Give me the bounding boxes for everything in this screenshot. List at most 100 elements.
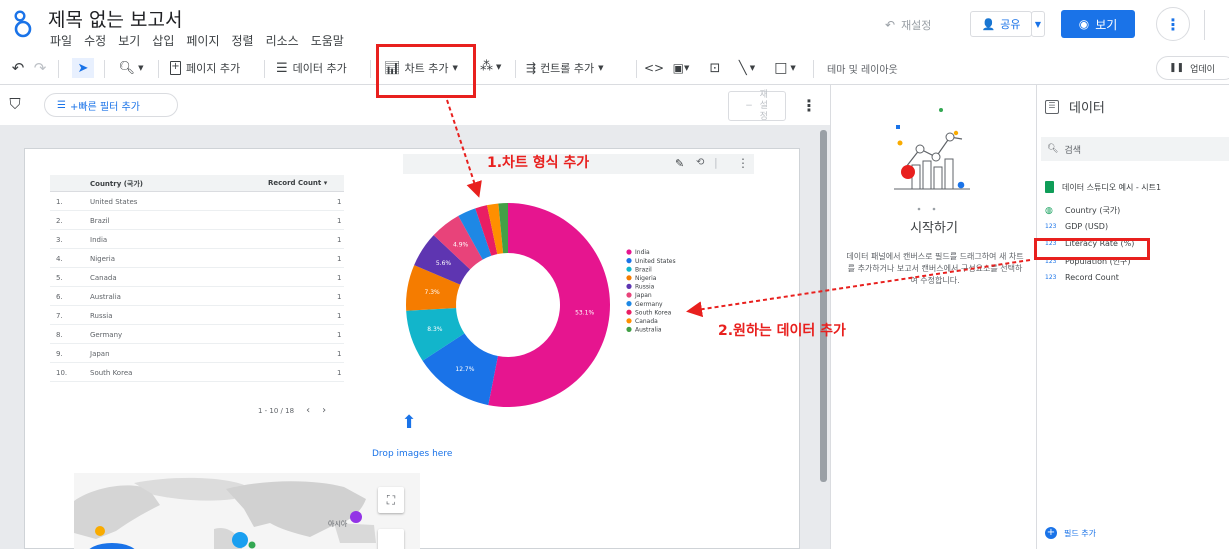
legend-label[interactable]: Germany: [635, 301, 663, 308]
app-window: 제목 없는 보고서 파일 수정 보기 삽입 페이지 정렬 리소스 도움말 ↶ 재…: [0, 0, 1229, 549]
image-icon[interactable]: ▣ ▼: [668, 59, 694, 77]
menu-help[interactable]: 도움말: [311, 32, 344, 49]
table-row[interactable]: 3. India 1: [50, 230, 344, 249]
add-page-icon: +: [170, 61, 181, 75]
table-row[interactable]: 9. Japan 1: [50, 344, 344, 363]
edit-pencil-icon[interactable]: ✎: [675, 157, 684, 170]
get-started-illustration: [894, 108, 970, 211]
legend-swatch: [626, 283, 632, 289]
row-number: 2.: [56, 217, 63, 225]
data-field-item[interactable]: 123 Record Count: [1045, 273, 1119, 282]
menu-view[interactable]: 보기: [118, 32, 140, 49]
legend-label[interactable]: Russia: [635, 284, 655, 291]
share-dropdown-button[interactable]: ▼: [1031, 11, 1045, 37]
menu-file[interactable]: 파일: [50, 32, 72, 49]
legend-swatch: [626, 318, 632, 324]
data-field-item[interactable]: ◍ Country (국가): [1045, 205, 1120, 216]
pegman-button[interactable]: [378, 529, 404, 549]
text-icon[interactable]: ⊡: [706, 59, 724, 77]
theme-layout-button[interactable]: 테마 및 레이아웃: [827, 61, 898, 76]
canvas-scrollbar[interactable]: [820, 130, 827, 482]
row-number: 7.: [56, 312, 63, 320]
row-number: 5.: [56, 274, 63, 282]
world-map: [74, 477, 399, 549]
menu-edit[interactable]: 수정: [84, 32, 106, 49]
undo-icon[interactable]: ↶: [10, 59, 26, 77]
table-row[interactable]: 7. Russia 1: [50, 306, 344, 325]
community-viz-button[interactable]: ⁂ ▼: [480, 59, 501, 74]
count-cell: 1: [337, 198, 342, 206]
redo-icon[interactable]: ↷: [32, 59, 48, 77]
legend-label[interactable]: India: [635, 249, 650, 256]
update-button[interactable]: ❚❚ 업데이: [1156, 56, 1229, 80]
table-row[interactable]: 2. Brazil 1: [50, 211, 344, 230]
menu-page[interactable]: 페이지: [186, 32, 219, 49]
table-row[interactable]: 4. Nigeria 1: [50, 249, 344, 268]
legend-label[interactable]: Australia: [635, 327, 662, 334]
select-cursor-icon[interactable]: ➤: [72, 58, 94, 78]
data-source[interactable]: 데이터 스튜디오 예시 - 시트1: [1045, 181, 1161, 193]
filter-icon[interactable]: ⛉: [6, 95, 24, 113]
table-chart[interactable]: Country (국가) Record Count ▾ 1. United Sta…: [50, 175, 344, 416]
data-field-item[interactable]: 123 GDP (USD): [1045, 222, 1108, 231]
more-options-button[interactable]: ⋮: [1156, 7, 1190, 41]
add-field-button[interactable]: + 필드 추가: [1045, 527, 1096, 539]
add-data-button[interactable]: ☰ 데이터 추가: [276, 60, 347, 76]
more-vert-icon[interactable]: ⋮: [801, 95, 817, 115]
donut-chart[interactable]: 53.1% 12.7% 8.3% 7.3% 5.6% 4.9% India United St…: [400, 200, 700, 415]
report-title[interactable]: 제목 없는 보고서: [48, 5, 182, 32]
view-button[interactable]: ◉ 보기: [1061, 10, 1135, 38]
legend-label[interactable]: South Korea: [635, 309, 672, 316]
code-embed-icon[interactable]: <>: [644, 59, 664, 77]
data-search-box[interactable]: 🔍︎ 검색: [1041, 137, 1229, 161]
data-studio-logo[interactable]: [12, 9, 34, 39]
metric-123-icon: 123: [1045, 223, 1057, 230]
add-control-button[interactable]: ⇶ 컨트롤 추가 ▼: [526, 60, 604, 76]
fullscreen-button[interactable]: ⛶: [378, 487, 404, 513]
chart-more-icon[interactable]: ⋮: [737, 156, 749, 170]
legend-label[interactable]: Brazil: [635, 266, 652, 273]
legend-label[interactable]: Canada: [635, 318, 658, 325]
table-row[interactable]: 8. Germany 1: [50, 325, 344, 344]
legend-label[interactable]: Nigeria: [635, 275, 657, 282]
reset-button[interactable]: ↶ 재설정: [885, 14, 931, 36]
field-label: GDP (USD): [1065, 222, 1109, 231]
country-cell: Russia: [90, 312, 113, 320]
line-icon[interactable]: ╲ ▼: [732, 59, 762, 77]
add-page-button[interactable]: + 페이지 추가: [170, 60, 240, 76]
explore-icon[interactable]: ⟲: [696, 157, 704, 168]
pagination-label: 1 - 10 / 18: [258, 406, 295, 415]
count-cell: 1: [337, 312, 342, 320]
legend-label[interactable]: United States: [635, 258, 676, 265]
table-row[interactable]: 10. South Korea 1: [50, 363, 344, 382]
toolbar: ↶ ↷ ➤ 🔍︎ ▼ + 페이지 추가 ☰ 데이터 추가 📊︎ 차트 추가 ▼ ⁂…: [0, 52, 1229, 85]
table-row[interactable]: 5. Canada 1: [50, 268, 344, 287]
table-row[interactable]: 1. United States 1: [50, 192, 344, 211]
column-header-country[interactable]: Country (국가): [90, 179, 143, 189]
add-control-label: 컨트롤 추가: [540, 62, 595, 75]
menu-arrange[interactable]: 정렬: [232, 32, 254, 49]
share-button[interactable]: 👤 공유: [970, 11, 1032, 37]
next-page-icon[interactable]: ›: [322, 405, 326, 416]
reset-filter-button[interactable]: − 재 설 정: [728, 89, 786, 122]
zoom-icon[interactable]: 🔍︎ ▼: [116, 58, 146, 78]
add-page-label: 페이지 추가: [186, 62, 241, 75]
pause-icon: ❚❚: [1169, 63, 1185, 73]
quick-filter-button[interactable]: ☰ +빠른 필터 추가: [44, 93, 178, 117]
reset-vertical-label: 재 설 정: [759, 89, 768, 122]
count-cell: 1: [337, 369, 342, 377]
prev-page-icon[interactable]: ‹: [306, 405, 310, 416]
sheets-icon: [1045, 181, 1054, 193]
shape-icon[interactable]: □ ▼: [770, 59, 800, 77]
menu-resource[interactable]: 리소스: [266, 32, 299, 49]
table-pagination: 1 - 10 / 18 ‹ ›: [258, 405, 326, 416]
slice-value-label: 53.1%: [575, 309, 594, 316]
table-row[interactable]: 6. Australia 1: [50, 287, 344, 306]
legend-label[interactable]: Japan: [634, 292, 652, 299]
count-cell: 1: [337, 350, 342, 358]
column-header-record-count[interactable]: Record Count ▾: [268, 179, 327, 187]
geo-map-chart[interactable]: 아시아 ⛶: [74, 473, 420, 549]
get-started-title: 시작하기: [910, 221, 958, 236]
menu-insert[interactable]: 삽입: [152, 32, 174, 49]
data-source-name: 데이터 스튜디오 예시 - 시트1: [1062, 182, 1162, 192]
